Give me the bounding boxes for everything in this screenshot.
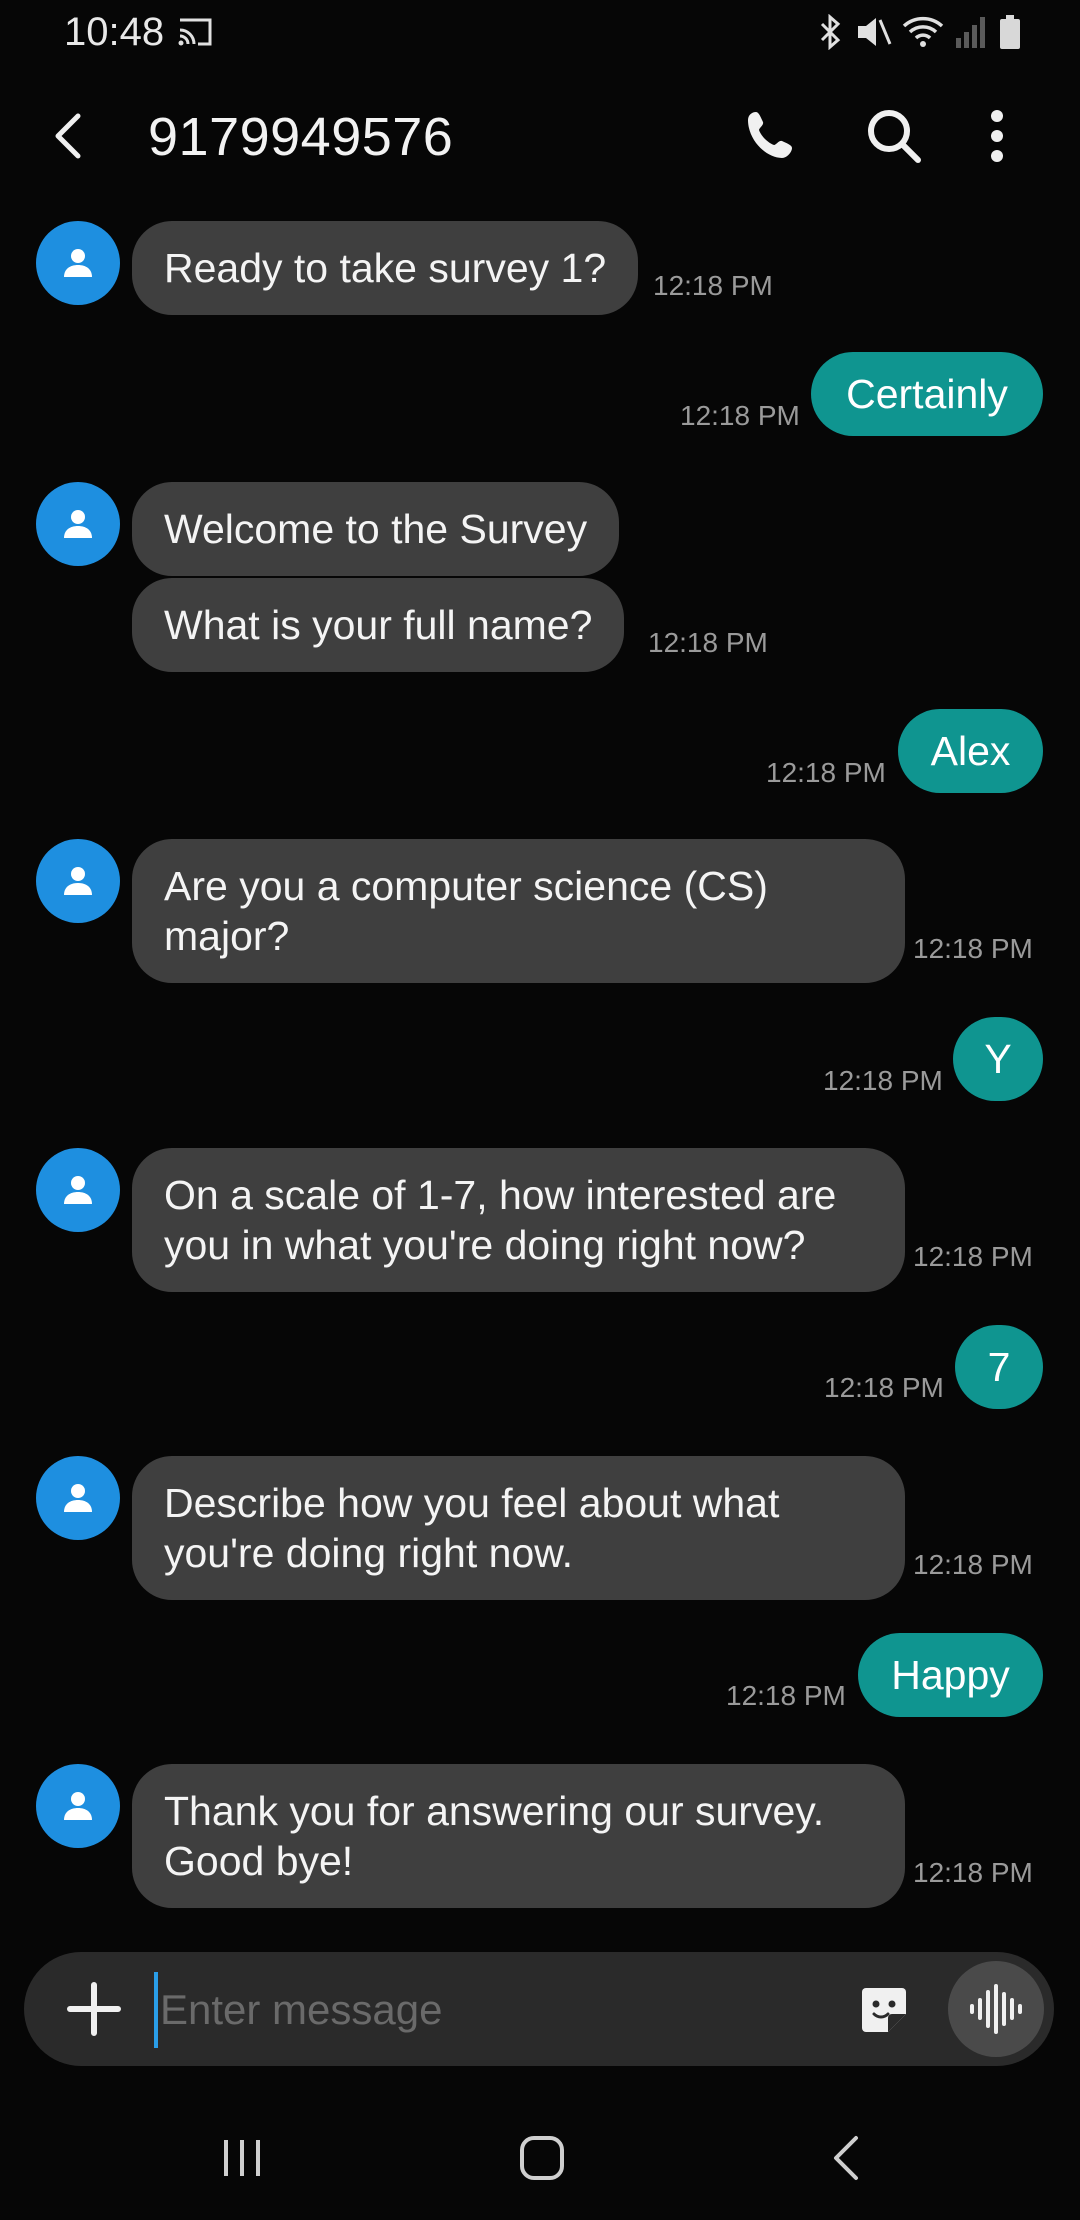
message-time: 12:18 PM [913,1549,1033,1580]
plus-icon[interactable] [64,1979,124,2039]
recent-apps-icon[interactable] [220,2136,264,2180]
message-time: 12:18 PM [766,757,886,788]
contact-avatar[interactable] [36,1764,120,1848]
person-icon [64,249,92,277]
home-icon[interactable] [518,2134,566,2182]
phone-icon[interactable] [738,104,802,168]
message-time: 12:18 PM [913,1857,1033,1888]
back-arrow-icon[interactable] [40,106,100,166]
contact-avatar[interactable] [36,839,120,923]
message-time: 12:18 PM [823,1065,943,1096]
message-time: 12:18 PM [913,933,1033,964]
incoming-message[interactable]: On a scale of 1-7, how interested are yo… [132,1148,905,1292]
status-icons [818,14,1022,50]
contact-avatar[interactable] [36,1148,120,1232]
sticker-icon[interactable] [856,1982,912,2038]
incoming-message[interactable]: Are you a computer science (CS) major? [132,839,905,983]
contact-avatar[interactable] [36,1456,120,1540]
person-icon [64,1792,92,1820]
navigation-bar [0,2100,1080,2220]
battery-icon [1000,15,1020,49]
person-icon [64,1484,92,1512]
contact-avatar[interactable] [36,482,120,566]
incoming-message[interactable]: What is your full name? [132,578,625,672]
incoming-message[interactable]: Welcome to the Survey [132,482,620,576]
conversation-header: 9179949576 [0,66,1080,212]
status-bar: 10:48 [0,0,1080,66]
person-icon [64,510,92,538]
person-icon [64,867,92,895]
outgoing-message[interactable]: Alex [898,709,1043,793]
outgoing-message[interactable]: Y [953,1017,1043,1101]
incoming-message[interactable]: Describe how you feel about what you're … [132,1456,905,1600]
message-time: 12:18 PM [653,270,773,301]
contact-title: 9179949576 [148,107,454,167]
message-time: 12:18 PM [726,1680,846,1711]
cast-icon [178,18,212,46]
more-vert-icon[interactable] [972,104,1022,168]
search-icon[interactable] [862,104,926,168]
outgoing-message[interactable]: Happy [858,1633,1043,1717]
status-time: 10:48 [64,10,165,54]
message-input[interactable] [154,1972,842,2048]
message-time: 12:18 PM [913,1241,1033,1272]
back-icon[interactable] [826,2134,866,2182]
outgoing-message[interactable]: Certainly [811,352,1043,436]
incoming-message[interactable]: Ready to take survey 1? [132,221,639,315]
message-composer [24,1952,1054,2066]
person-icon [64,1176,92,1204]
signal-icon [956,17,985,48]
mute-icon [858,18,892,46]
message-time: 12:18 PM [648,627,768,658]
incoming-message[interactable]: Thank you for answering our survey. Good… [132,1764,905,1908]
voice-input-button[interactable] [948,1961,1044,2057]
wifi-icon [902,16,944,47]
message-time: 12:18 PM [824,1372,944,1403]
bluetooth-icon [820,14,841,50]
message-time: 12:18 PM [680,400,800,431]
outgoing-message[interactable]: 7 [955,1325,1043,1409]
contact-avatar[interactable] [36,221,120,305]
voice-input-icon [970,1984,1022,2034]
